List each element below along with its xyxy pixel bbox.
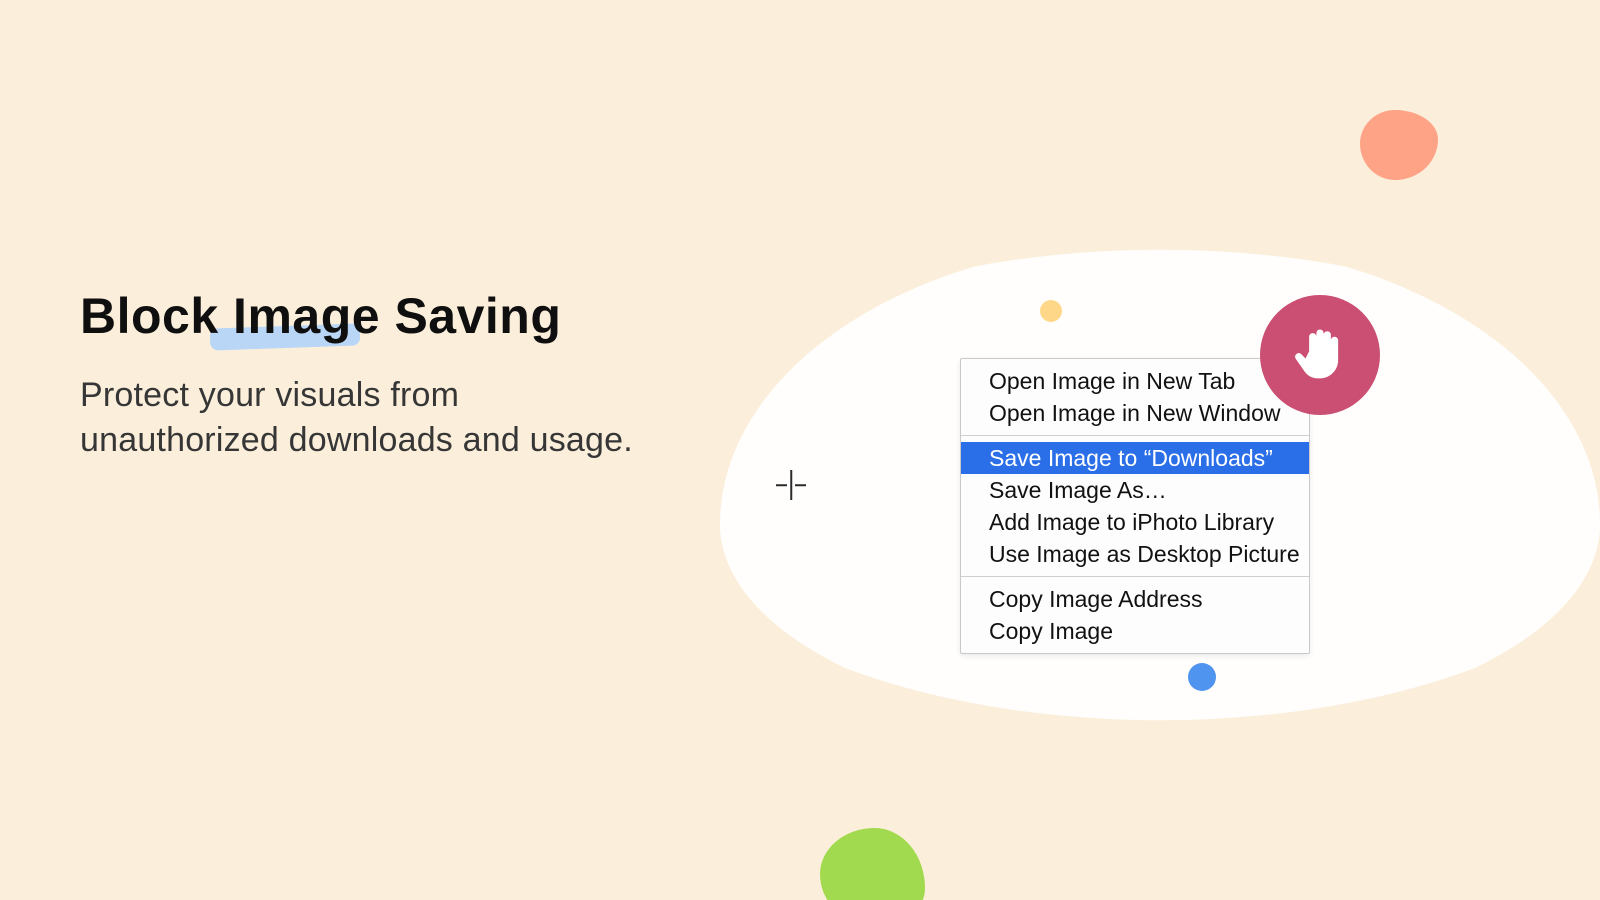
decor-dot-yellow [1040,300,1062,322]
menu-item-save-to-downloads[interactable]: Save Image to “Downloads” [961,442,1309,474]
decor-blob-orange [1360,110,1438,180]
context-menu-group-copy: Copy Image Address Copy Image [961,577,1309,653]
headline-block: Block Image Saving Protect your visuals … [80,290,640,464]
page-subtitle: Protect your visuals from unauthorized d… [80,373,640,465]
menu-item-open-new-window[interactable]: Open Image in New Window [961,397,1309,429]
menu-item-add-to-iphoto[interactable]: Add Image to iPhoto Library [961,506,1309,538]
decor-dot-blue [1188,663,1216,691]
decor-blob-green [820,828,925,900]
context-menu-group-save: Save Image to “Downloads” Save Image As…… [961,436,1309,576]
stop-hand-icon [1291,324,1349,387]
crosshair-cursor-icon [776,470,806,500]
page-title: Block Image Saving [80,290,561,343]
context-menu: Open Image in New Tab Open Image in New … [960,358,1310,654]
menu-item-save-image-as[interactable]: Save Image As… [961,474,1309,506]
menu-item-open-new-tab[interactable]: Open Image in New Tab [961,365,1309,397]
context-menu-group-open: Open Image in New Tab Open Image in New … [961,359,1309,435]
menu-item-copy-image-address[interactable]: Copy Image Address [961,583,1309,615]
menu-item-use-as-desktop[interactable]: Use Image as Desktop Picture [961,538,1309,570]
stop-hand-badge [1260,295,1380,415]
menu-item-copy-image[interactable]: Copy Image [961,615,1309,647]
